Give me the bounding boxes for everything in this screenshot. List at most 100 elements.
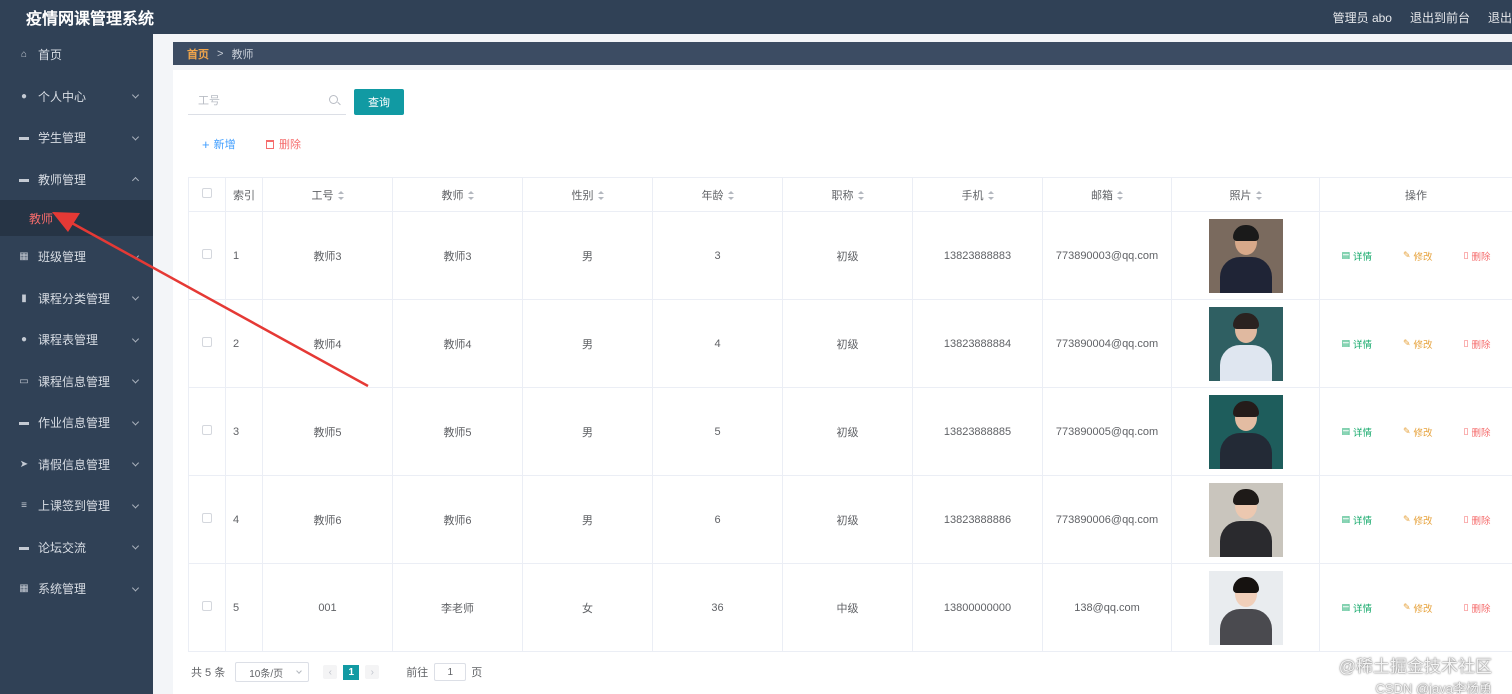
sidebar-item[interactable]: ▦ 系统管理 [0,568,153,610]
column-header-index: 索引 [225,177,263,212]
breadcrumb-home-link[interactable]: 首页 [187,46,209,62]
detail-button[interactable]: ▤ 详情 [1341,425,1372,439]
home-icon: ⌂ [20,49,28,61]
select-all-checkbox[interactable] [202,188,212,198]
table-row: 4 教师6 教师6 男 6 初级 13823888886 773890006@qq.com ▤ 详… [188,475,1512,564]
row-checkbox[interactable] [202,513,212,523]
cell-age: 36 [652,563,783,652]
sidebar-item[interactable]: ▭ 课程信息管理 [0,361,153,403]
column-header-id[interactable]: 工号 [262,177,393,212]
column-header-teacher[interactable]: 教师 [392,177,523,212]
detail-button-label: 详情 [1353,339,1373,351]
back-to-frontend-link[interactable]: 退出到前台 [1410,9,1470,26]
teacher-photo[interactable] [1208,570,1283,645]
sort-caret-icon[interactable] [987,191,994,201]
edit-button[interactable]: ✎ 修改 [1403,337,1433,351]
cell-index: 5 [225,563,263,652]
edit-button[interactable]: ✎ 修改 [1403,425,1433,439]
sidebar-item[interactable]: ▦ 班级管理 [0,236,153,278]
sliders-icon: ≡ [21,500,27,512]
teacher-photo[interactable] [1208,394,1283,469]
sidebar-item[interactable]: ▬ 论坛交流 [0,527,153,569]
goto-page-input[interactable] [434,663,467,681]
page-size-select[interactable]: 10条/页 [235,662,310,682]
delete-button[interactable]: ▯ 删除 [1464,513,1491,527]
edit-button-label: 修改 [1413,515,1433,527]
column-header-gender[interactable]: 性别 [522,177,653,212]
page-size-value: 10条/页 [249,668,284,680]
goto-label: 前往 [406,667,429,679]
teacher-id-search-input[interactable] [188,89,318,113]
column-header-photo[interactable]: 照片 [1171,177,1320,212]
cell-actions: ▤ 详情 ✎ 修改 ▯ 删除 [1319,387,1512,476]
page-number-button[interactable]: 1 [343,664,360,680]
sort-caret-icon[interactable] [467,191,474,201]
sidebar-item[interactable]: ● 个人中心 [0,76,153,118]
delete-button[interactable]: ▯ 删除 [1464,425,1491,439]
teacher-photo[interactable] [1208,218,1283,293]
column-header-email[interactable]: 邮箱 [1042,177,1172,212]
breadcrumb-separator: > [217,47,224,60]
sidebar-item[interactable]: ▬ 学生管理 [0,117,153,159]
sidebar-subitem-teacher[interactable]: 教师 [0,200,153,236]
column-header-title[interactable]: 职称 [782,177,913,212]
sort-caret-icon[interactable] [727,191,734,201]
detail-button[interactable]: ▤ 详情 [1341,249,1372,263]
column-header-phone[interactable]: 手机 [912,177,1043,212]
detail-button[interactable]: ▤ 详情 [1341,601,1372,615]
sort-caret-icon[interactable] [597,191,604,201]
sort-caret-icon[interactable] [857,191,864,201]
row-checkbox[interactable] [202,249,212,259]
delete-button-label: 删除 [279,139,301,151]
detail-button[interactable]: ▤ 详情 [1341,337,1372,351]
row-checkbox[interactable] [202,425,212,435]
document-icon: ▤ [1341,338,1350,348]
table-row: 5 001 李老师女 36 中级 13800000000 138@qq.com ▤ 详情 ✎ 修改 ▯… [188,563,1512,652]
cell-age: 6 [652,475,783,564]
chevron-down-icon [131,335,140,343]
sidebar-item-label: 学生管理 [38,131,87,146]
teacher-photo[interactable] [1208,306,1283,381]
sidebar-item[interactable]: ▬ 作业信息管理 [0,402,153,444]
sidebar-item[interactable]: ▬ 教师管理 [0,159,153,201]
sort-caret-icon[interactable] [1117,191,1123,201]
edit-button[interactable]: ✎ 修改 [1403,249,1433,263]
delete-button[interactable]: ▯ 删除 [1464,249,1491,263]
teacher-photo[interactable] [1208,482,1283,557]
row-select-cell [188,211,226,300]
sort-caret-icon[interactable] [337,191,344,201]
column-header-age[interactable]: 年龄 [652,177,783,212]
batch-delete-button[interactable]: 删除 [266,136,301,152]
cell-phone: 13800000000 [912,563,1043,652]
cell-photo [1171,475,1320,564]
prev-page-button[interactable]: ‹ [323,665,338,679]
edit-button[interactable]: ✎ 修改 [1403,513,1433,527]
sidebar-item[interactable]: ⌂ 首页 [0,34,153,76]
delete-button[interactable]: ▯ 删除 [1464,337,1491,351]
cell-teacher-name: 教师6 [392,475,523,564]
cell-teacher-name: 教师4 [392,299,523,388]
sidebar-item[interactable]: ➤ 请假信息管理 [0,444,153,486]
search-icon[interactable] [329,95,338,104]
add-button[interactable]: + 新增 [202,136,236,152]
page-suffix: 页 [471,667,483,679]
sort-caret-icon[interactable] [1255,191,1262,201]
sidebar-item[interactable]: ▮ 课程分类管理 [0,278,153,320]
next-page-button[interactable]: › [365,665,380,679]
logout-link[interactable]: 退出 [1488,9,1512,26]
sidebar-item[interactable]: ≡ 上课签到管理 [0,485,153,527]
row-actions: ▤ 详情 ✎ 修改 ▯ 删除 [1320,425,1512,439]
teacher-table: 索引 工号 教师 性别 年龄 职称 手机 邮箱 照片 操作 1 教师3 教师3 男 3 初… [188,177,1512,652]
cell-actions: ▤ 详情 ✎ 修改 ▯ 删除 [1319,563,1512,652]
delete-button[interactable]: ▯ 删除 [1464,601,1491,615]
table-row: 3 教师5 教师5 男 5 初级 13823888885 773890005@qq.com ▤ 详… [188,387,1512,476]
edit-button[interactable]: ✎ 修改 [1403,601,1433,615]
sidebar-item-label: 上课签到管理 [38,499,111,514]
plus-icon: + [202,136,210,152]
row-checkbox[interactable] [202,601,212,611]
query-button[interactable]: 查询 [354,89,404,115]
detail-button[interactable]: ▤ 详情 [1341,513,1372,527]
row-checkbox[interactable] [202,337,212,347]
sidebar-item[interactable]: ● 课程表管理 [0,319,153,361]
column-header-label: 职称 [831,189,854,202]
